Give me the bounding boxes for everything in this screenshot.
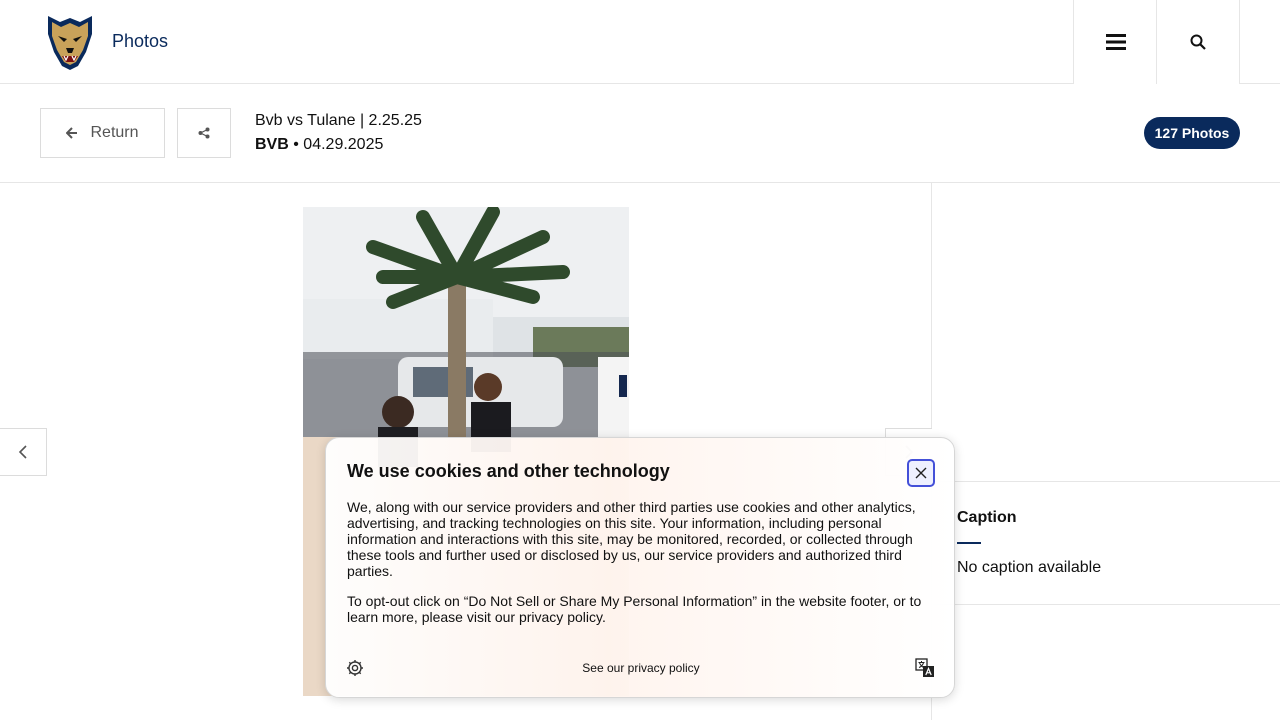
gallery-meta: BVB • 04.29.2025 [255,136,383,154]
divider [933,481,1280,482]
previous-photo-button[interactable] [0,428,47,476]
caption-text: No caption available [957,559,1102,576]
caption-heading: Caption [957,509,1017,526]
translate-icon[interactable] [915,658,935,678]
caption-underline [957,542,981,544]
privacy-policy-link[interactable]: See our privacy policy [326,661,956,675]
site-header: Photos [0,0,1280,84]
share-icon [198,127,210,139]
close-icon [915,467,927,479]
brand-title[interactable]: Photos [112,31,168,52]
panther-logo-icon[interactable] [42,12,98,72]
photo-details-panel: Caption No caption available [933,183,1280,720]
cookie-description: We, along with our service providers and… [347,499,916,579]
gallery-toolbar: Return Bvb vs Tulane | 2.25.25 BVB • 04.… [0,84,1280,183]
photo-count-badge: 127 Photos [1144,117,1240,149]
return-label: Return [90,124,139,141]
gallery-date: 04.29.2025 [303,136,384,153]
return-button[interactable]: Return [40,108,165,158]
divider [933,604,1280,605]
arrow-left-icon [66,127,78,139]
search-icon [1190,34,1206,50]
gallery-title: Bvb vs Tulane | 2.25.25 [255,112,422,129]
hamburger-menu-icon [1105,34,1126,50]
search-button[interactable] [1156,0,1240,84]
close-button[interactable] [907,459,935,487]
cookie-title: We use cookies and other technology [347,461,670,481]
meta-separator: • [293,136,299,153]
gallery-sport: BVB [255,136,289,153]
settings-gear-icon[interactable] [346,659,364,677]
chevron-left-icon [18,445,27,459]
cookie-optout-text: To opt-out click on “Do Not Sell or Shar… [347,593,922,625]
menu-button[interactable] [1073,0,1157,84]
cookie-consent-dialog: We use cookies and other technology We, … [325,437,955,698]
share-button[interactable] [177,108,231,158]
